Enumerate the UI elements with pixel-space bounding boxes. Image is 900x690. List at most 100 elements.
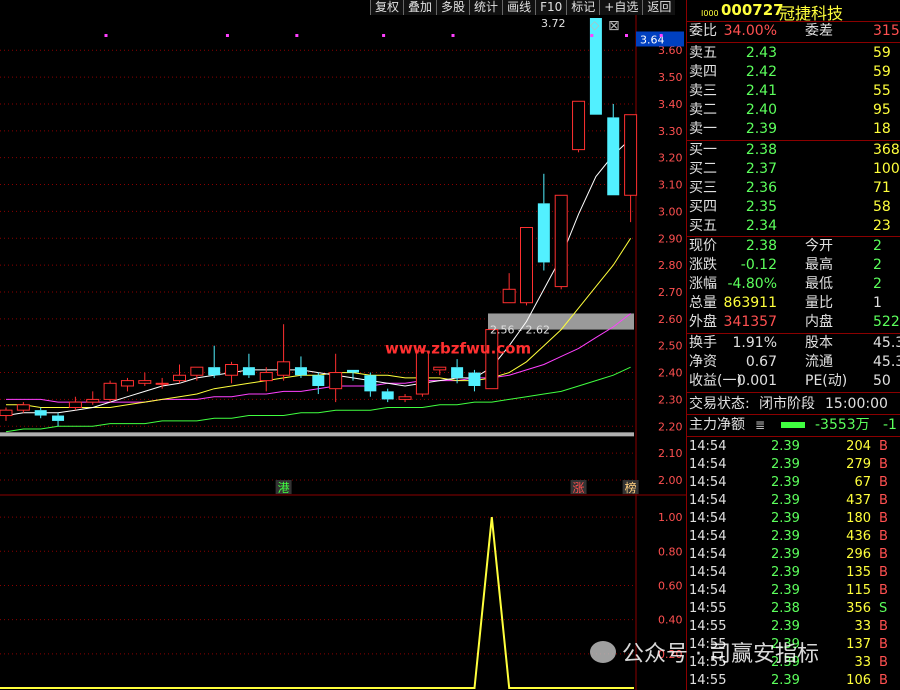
trade-status: 交易状态: 闭市阶段 15:00:00 xyxy=(687,395,900,414)
candle xyxy=(225,361,239,384)
candle xyxy=(138,372,152,386)
toolbar-item[interactable]: 标记 xyxy=(566,0,600,15)
trade-status-time: 15:00:00 xyxy=(825,396,888,412)
y-tick-label: 3.00 xyxy=(658,205,683,218)
candle xyxy=(208,345,221,378)
tick-side: B xyxy=(879,511,888,526)
y-tick-label: 3.20 xyxy=(658,152,683,165)
tick-volume: 356 xyxy=(846,601,871,616)
candle xyxy=(16,402,30,413)
kline-chart[interactable]: 2.00 2.10 2.20 2.30 2.40 2.50 2.60 2.70 2.80 2.90… xyxy=(0,0,686,690)
tick-volume: 67 xyxy=(854,475,871,490)
tick-time: 14:54 xyxy=(689,583,727,598)
list-icon[interactable]: ≣ xyxy=(755,416,765,435)
stat-label-2: 最低 xyxy=(805,276,833,292)
stat-label-2: 股本 xyxy=(805,335,833,351)
ask-price: 2.42 xyxy=(745,64,777,80)
candle-body xyxy=(34,410,47,416)
tick-side: B xyxy=(879,673,888,688)
tick-volume: 437 xyxy=(846,493,871,508)
stat-value: 2.38 xyxy=(745,238,777,254)
stat-value-2: 5225 xyxy=(873,314,900,330)
tick-price: 2.39 xyxy=(771,565,800,580)
separator xyxy=(687,414,900,415)
tick-price: 2.39 xyxy=(771,439,800,454)
ask-price: 2.41 xyxy=(745,83,777,99)
ask-volume: 59 xyxy=(873,64,891,80)
stat-label-2: 量比 xyxy=(805,295,833,311)
tick-row: 14:54 2.39 437 B xyxy=(687,492,900,510)
stock-header: I000 000727 冠捷科技 xyxy=(687,0,900,23)
tick-time: 14:54 xyxy=(689,529,727,544)
ask-volume: 18 xyxy=(873,121,891,137)
candle xyxy=(52,412,65,427)
toolbar-item[interactable]: F10 xyxy=(535,0,567,15)
tick-row: 14:54 2.39 436 B xyxy=(687,528,900,546)
bid-price: 2.36 xyxy=(745,180,777,196)
baseline-bar xyxy=(0,432,634,437)
candle-body xyxy=(138,380,152,384)
candle-body xyxy=(0,409,13,417)
tick-row: 14:55 2.39 33 B xyxy=(687,618,900,636)
toolbar-item[interactable]: 复权 xyxy=(370,0,404,15)
toolbar-item[interactable]: +自选 xyxy=(599,0,643,15)
stat-row: 总量 863911 量比 1 xyxy=(687,294,900,313)
tick-volume: 204 xyxy=(846,439,871,454)
stat-row: 外盘 341357 内盘 5225 xyxy=(687,313,900,332)
ask-volume: 55 xyxy=(873,83,891,99)
toolbar-item[interactable]: 多股 xyxy=(436,0,470,15)
weibi-label: 委比 xyxy=(689,23,717,39)
top-dot xyxy=(590,34,594,37)
bid-price: 2.34 xyxy=(745,218,777,234)
tick-time: 14:54 xyxy=(689,475,727,490)
marker-label: 港 xyxy=(278,481,290,495)
tick-volume: 33 xyxy=(854,619,871,634)
stat-label: 净资 xyxy=(689,354,717,370)
y-tick-label: 2.60 xyxy=(658,313,683,326)
candle-body xyxy=(347,369,359,373)
candle-body xyxy=(208,367,221,376)
stat-value-2: 1 xyxy=(873,295,882,311)
tick-volume: 106 xyxy=(846,673,871,688)
bid-row: 买二 2.37 100 xyxy=(687,160,900,179)
stat-row: 换手 1.91% 股本 45.3 xyxy=(687,334,900,353)
candle-body xyxy=(259,372,273,382)
candle-body xyxy=(502,288,516,304)
stat-value-2: 2 xyxy=(873,257,882,273)
tick-time: 14:54 xyxy=(689,439,727,454)
tick-volume: 115 xyxy=(846,583,871,598)
y-tick-label: 2.00 xyxy=(658,474,683,487)
tick-side: B xyxy=(879,457,888,472)
y-tick-label: 3.30 xyxy=(658,125,683,138)
tick-volume: 137 xyxy=(846,637,871,652)
ask-volume: 59 xyxy=(873,45,891,61)
stat-label: 收益(一) xyxy=(689,373,742,389)
toolbar-item[interactable]: 叠加 xyxy=(403,0,437,15)
stat-value: -0.12 xyxy=(740,257,777,273)
y-tick-label: 2.40 xyxy=(658,367,683,380)
bid-volume: 368 xyxy=(873,142,900,158)
bid-label: 买一 xyxy=(689,142,717,158)
toolbar-item[interactable]: 画线 xyxy=(502,0,536,15)
top-dot xyxy=(295,34,299,37)
ask-row: 卖一 2.39 18 xyxy=(687,120,900,139)
toolbar-item[interactable]: 返回 xyxy=(642,0,676,15)
toolbar-item[interactable]: 统计 xyxy=(469,0,503,15)
ask-price: 2.39 xyxy=(745,121,777,137)
ask-row: 卖五 2.43 59 xyxy=(687,44,900,63)
candle xyxy=(589,18,602,115)
tick-price: 2.39 xyxy=(771,475,800,490)
candle xyxy=(312,372,325,395)
y-tick-label: 2.30 xyxy=(658,393,683,406)
indicator-panel: 0.200.400.600.801.00 xyxy=(0,511,683,689)
bid-price: 2.38 xyxy=(745,142,777,158)
candle-body xyxy=(624,114,638,196)
candle xyxy=(572,100,586,153)
tick-row: 14:54 2.39 180 B xyxy=(687,510,900,528)
stat-value-2: 50 xyxy=(873,373,891,389)
site-watermark: www.zbzfwu.com xyxy=(385,339,531,357)
wechat-icon xyxy=(590,641,616,663)
candle xyxy=(103,380,117,403)
top-dot xyxy=(451,34,455,37)
tick-price: 2.39 xyxy=(771,673,800,688)
